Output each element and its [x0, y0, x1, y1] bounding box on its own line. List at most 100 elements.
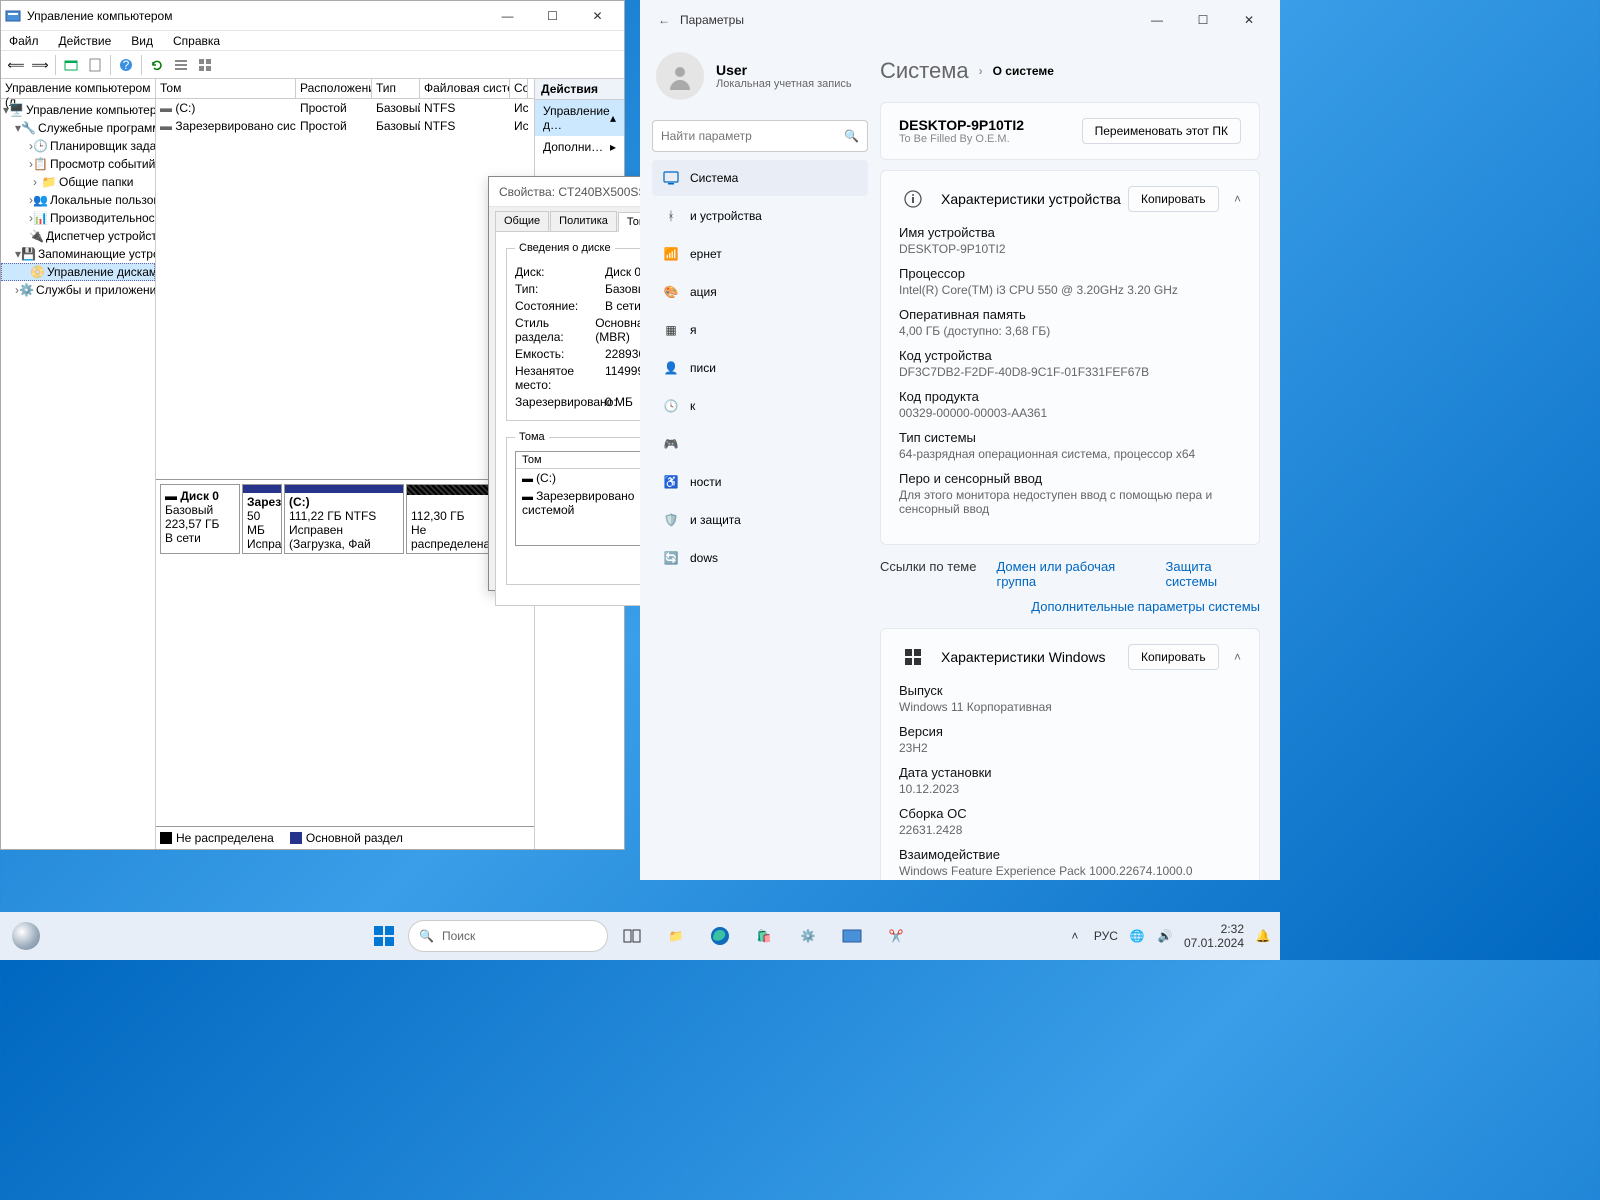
action-disk-mgmt[interactable]: Управление д…▴: [535, 100, 624, 136]
tb-up[interactable]: [60, 54, 82, 76]
col-fs[interactable]: Файловая система: [420, 79, 510, 98]
back-button[interactable]: ←: [648, 4, 680, 36]
taskbar-snip[interactable]: ✂️: [876, 916, 916, 956]
search-input[interactable]: [661, 129, 844, 143]
sidebar-item-network[interactable]: 📶ернет: [652, 236, 868, 272]
settings-maximize[interactable]: ☐: [1180, 0, 1226, 40]
menu-file[interactable]: Файл: [5, 32, 43, 50]
disk-partition-c[interactable]: (C:)111,22 ГБ NTFSИсправен (Загрузка, Фа…: [284, 484, 404, 554]
taskbar-edge[interactable]: [700, 916, 740, 956]
link-protection[interactable]: Защита системы: [1166, 559, 1260, 589]
sidebar-item-accounts[interactable]: 👤писи: [652, 350, 868, 386]
settings-minimize[interactable]: —: [1134, 0, 1180, 40]
col-layout[interactable]: Расположение: [296, 79, 372, 98]
tray-network-icon[interactable]: 🌐: [1128, 927, 1146, 945]
tree-device-manager[interactable]: 🔌Диспетчер устройств: [1, 227, 155, 245]
taskbar-explorer[interactable]: 📁: [656, 916, 696, 956]
mgmt-app-icon: [5, 8, 21, 24]
volume-list: ▬ (C:) Простой Базовый NTFS Ис ▬ Зарезер…: [156, 99, 534, 479]
start-button[interactable]: [364, 916, 404, 956]
sidebar-item-gaming[interactable]: 🎮: [652, 426, 868, 462]
chevron-up-icon[interactable]: ˄: [1234, 650, 1241, 664]
pc-sub: To Be Filled By O.E.M.: [899, 133, 1024, 145]
tree-services-apps[interactable]: ›⚙️Службы и приложения: [1, 281, 155, 299]
action-more[interactable]: Дополни…▸: [535, 136, 624, 158]
sidebar-item-time[interactable]: 🕓к: [652, 388, 868, 424]
tree-event-viewer[interactable]: ›📋Просмотр событий: [1, 155, 155, 173]
volume-row[interactable]: ▬ Зарезервировано системой Простой Базов…: [156, 117, 534, 135]
link-advanced[interactable]: Дополнительные параметры системы: [1031, 599, 1260, 614]
tab-policy[interactable]: Политика: [550, 211, 617, 231]
sidebar-item-personalization[interactable]: 🎨ация: [652, 274, 868, 310]
volume-row[interactable]: ▬ (C:) Простой Базовый NTFS Ис: [156, 99, 534, 117]
menu-action[interactable]: Действие: [55, 32, 116, 50]
tree-disk-management[interactable]: 📀Управление дисками: [1, 263, 155, 281]
link-domain[interactable]: Домен или рабочая группа: [996, 559, 1147, 589]
menu-help[interactable]: Справка: [169, 32, 224, 50]
crumb-system[interactable]: Система: [880, 58, 969, 84]
sidebar-item-system[interactable]: Система: [652, 160, 868, 196]
tray-notifications-icon[interactable]: 🔔: [1254, 927, 1272, 945]
tb-detail[interactable]: [194, 54, 216, 76]
tb-refresh[interactable]: [146, 54, 168, 76]
tree-storage[interactable]: ▾💾Запоминающие устройст: [1, 245, 155, 263]
shield-icon: 🛡️: [662, 511, 680, 529]
col-type[interactable]: Тип: [372, 79, 420, 98]
brush-icon: 🎨: [662, 283, 680, 301]
col-status[interactable]: Со: [510, 79, 528, 98]
tree-local-users[interactable]: ›👥Локальные пользова: [1, 191, 155, 209]
tb-help[interactable]: ?: [115, 54, 137, 76]
mgmt-menubar: Файл Действие Вид Справка: [1, 31, 624, 51]
tb-fwd[interactable]: ⟹: [29, 54, 51, 76]
tree-services-root[interactable]: ▾🔧Служебные программы: [1, 119, 155, 137]
taskbar-search[interactable]: 🔍Поиск: [408, 920, 608, 952]
close-button[interactable]: ✕: [575, 1, 620, 30]
tab-general[interactable]: Общие: [495, 211, 549, 231]
avatar: [656, 52, 704, 100]
tree-task-scheduler[interactable]: ›🕒Планировщик заданий: [1, 137, 155, 155]
sidebar-item-accessibility[interactable]: ♿ности: [652, 464, 868, 500]
mgmt-titlebar[interactable]: Управление компьютером — ☐ ✕: [1, 1, 624, 31]
taskbar-store[interactable]: 🛍️: [744, 916, 784, 956]
sidebar-item-apps[interactable]: ▦я: [652, 312, 868, 348]
disk-partition-reserved[interactable]: Зарез50 МБИспра: [242, 484, 282, 554]
rename-pc-button[interactable]: Переименовать этот ПК: [1082, 118, 1241, 144]
disk-partition-unallocated[interactable]: 112,30 ГБНе распределена: [406, 484, 491, 554]
sidebar-item-bluetooth[interactable]: ᚼи устройства: [652, 198, 868, 234]
col-tom[interactable]: Том: [156, 79, 296, 98]
clock-icon: 🕓: [662, 397, 680, 415]
taskbar-mgmt[interactable]: [832, 916, 872, 956]
user-block[interactable]: User Локальная учетная запись: [652, 40, 868, 112]
tray-chevron-icon[interactable]: ˄: [1066, 927, 1084, 945]
chevron-up-icon[interactable]: ˄: [1234, 192, 1241, 206]
system-tray: ˄ РУС 🌐 🔊 2:32 07.01.2024 🔔: [1066, 922, 1272, 951]
user-sub: Локальная учетная запись: [716, 78, 852, 90]
task-view-button[interactable]: [612, 916, 652, 956]
actions-header: Действия: [535, 79, 624, 100]
settings-search[interactable]: 🔍: [652, 120, 868, 152]
tray-clock[interactable]: 2:32 07.01.2024: [1184, 922, 1244, 951]
tray-volume-icon[interactable]: 🔊: [1156, 927, 1174, 945]
settings-main: Система › О системе DESKTOP-9P10TI2 To B…: [880, 40, 1280, 880]
weather-widget[interactable]: [12, 922, 40, 950]
sidebar-item-privacy[interactable]: 🛡️и защита: [652, 502, 868, 538]
copy-specs-button[interactable]: Копировать: [1128, 186, 1219, 212]
maximize-button[interactable]: ☐: [530, 1, 575, 30]
tree-performance[interactable]: ›📊Производительность: [1, 209, 155, 227]
taskbar-settings[interactable]: ⚙️: [788, 916, 828, 956]
sidebar-item-update[interactable]: 🔄dows: [652, 540, 868, 576]
tray-language[interactable]: РУС: [1094, 929, 1118, 943]
tb-back[interactable]: ⟸: [5, 54, 27, 76]
settings-close[interactable]: ✕: [1226, 0, 1272, 40]
tree-shared-folders[interactable]: ›📁Общие папки: [1, 173, 155, 191]
settings-titlebar[interactable]: ← Параметры — ☐ ✕: [640, 0, 1280, 40]
game-icon: 🎮: [662, 435, 680, 453]
bluetooth-icon: ᚼ: [662, 207, 680, 225]
disk-label[interactable]: ▬ Диск 0 Базовый 223,57 ГБ В сети: [160, 484, 240, 554]
copy-winspecs-button[interactable]: Копировать: [1128, 644, 1219, 670]
menu-view[interactable]: Вид: [127, 32, 157, 50]
minimize-button[interactable]: —: [485, 1, 530, 30]
tb-props[interactable]: [84, 54, 106, 76]
tree-root[interactable]: ▾🖥️Управление компьютером (л: [1, 101, 155, 119]
tb-list[interactable]: [170, 54, 192, 76]
